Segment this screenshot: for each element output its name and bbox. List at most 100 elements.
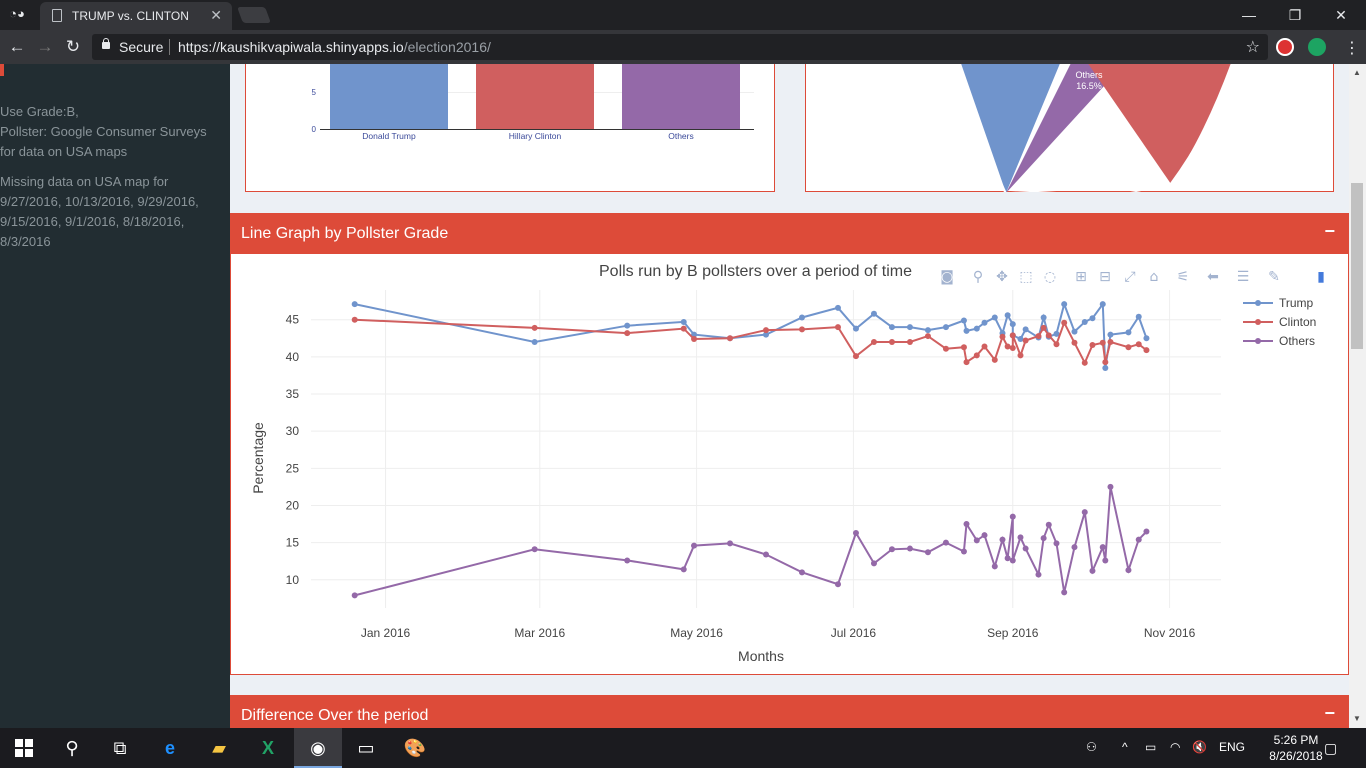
data-point-trump[interactable] <box>531 339 538 346</box>
data-point-clinton[interactable] <box>1081 359 1088 366</box>
extension-icon-1[interactable] <box>1276 38 1294 56</box>
scrollbar-thumb[interactable] <box>1351 183 1363 349</box>
data-point-others[interactable] <box>1061 589 1068 596</box>
reload-button[interactable]: ↻ <box>62 37 84 57</box>
data-point-clinton[interactable] <box>1022 337 1029 344</box>
bookmark-star-icon[interactable]: ☆ <box>1246 37 1260 57</box>
data-point-others[interactable] <box>680 566 687 573</box>
data-point-trump[interactable] <box>1081 318 1088 325</box>
data-point-trump[interactable] <box>1099 301 1106 308</box>
data-point-clinton[interactable] <box>924 333 931 340</box>
data-point-clinton[interactable] <box>1017 352 1024 359</box>
data-point-others[interactable] <box>1035 571 1042 578</box>
url-text[interactable]: https://kaushikvapiwala.shinyapps.io/ele… <box>178 39 491 55</box>
data-point-clinton[interactable] <box>1061 319 1068 326</box>
data-point-clinton[interactable] <box>906 339 913 346</box>
file-explorer-icon[interactable]: ▰ <box>195 728 243 768</box>
data-point-clinton[interactable] <box>763 327 769 334</box>
data-point-trump[interactable] <box>1135 313 1142 320</box>
data-point-clinton[interactable] <box>1125 344 1132 351</box>
data-point-clinton[interactable] <box>1099 339 1106 346</box>
data-point-trump[interactable] <box>973 325 980 332</box>
restore-button[interactable]: ❐ <box>1272 4 1318 26</box>
data-point-clinton[interactable] <box>999 333 1006 340</box>
data-point-others[interactable] <box>1004 555 1011 562</box>
clock[interactable]: 5:26 PM 8/26/2018 <box>1266 732 1326 764</box>
data-point-others[interactable] <box>763 551 769 558</box>
data-point-others[interactable] <box>1125 567 1132 574</box>
data-point-others[interactable] <box>834 581 841 588</box>
back-button[interactable]: ← <box>6 37 28 57</box>
data-point-trump[interactable] <box>351 301 358 308</box>
hover-compare-icon[interactable]: ☰ <box>1237 269 1250 285</box>
data-point-others[interactable] <box>942 539 949 546</box>
data-point-clinton[interactable] <box>1143 347 1150 354</box>
data-point-clinton[interactable] <box>834 324 841 331</box>
data-point-others[interactable] <box>1099 544 1106 551</box>
data-point-clinton[interactable] <box>1009 344 1016 351</box>
data-point-clinton[interactable] <box>870 339 877 346</box>
data-point-others[interactable] <box>351 592 358 599</box>
data-point-trump[interactable] <box>942 324 949 331</box>
data-point-others[interactable] <box>1017 534 1024 541</box>
data-point-clinton[interactable] <box>351 316 358 323</box>
data-point-clinton[interactable] <box>1045 332 1052 339</box>
data-point-others[interactable] <box>852 529 859 536</box>
data-point-trump[interactable] <box>981 319 988 326</box>
data-point-others[interactable] <box>798 569 805 576</box>
box-select-icon[interactable]: ⬚ <box>1019 269 1032 285</box>
data-point-others[interactable] <box>999 536 1006 543</box>
people-icon[interactable]: ⚇ <box>1086 740 1097 754</box>
pan-icon[interactable]: ✥ <box>996 269 1008 285</box>
close-window-button[interactable]: ✕ <box>1318 4 1364 26</box>
show-hidden-icons[interactable]: ^ <box>1122 740 1128 754</box>
data-point-others[interactable] <box>981 532 988 539</box>
notifications-icon[interactable]: ▢ <box>1324 740 1337 757</box>
camera-icon[interactable]: ◙ <box>940 269 954 285</box>
data-point-others[interactable] <box>973 537 980 544</box>
wifi-icon[interactable]: ◠ <box>1170 740 1180 754</box>
data-point-trump[interactable] <box>1102 365 1109 372</box>
data-point-trump[interactable] <box>924 327 931 334</box>
edge-icon[interactable]: e <box>146 728 194 768</box>
data-point-clinton[interactable] <box>1040 324 1047 331</box>
collapse-difference-button[interactable]: − <box>1324 703 1335 724</box>
data-point-clinton[interactable] <box>1053 341 1060 348</box>
data-point-others[interactable] <box>963 521 970 528</box>
data-point-others[interactable] <box>924 549 931 556</box>
minimize-button[interactable]: — <box>1226 4 1272 26</box>
data-point-clinton[interactable] <box>1089 341 1096 348</box>
data-point-trump[interactable] <box>1143 335 1150 342</box>
autoscale-icon[interactable]: ⤢ <box>1124 269 1135 285</box>
data-point-clinton[interactable] <box>991 356 998 363</box>
data-point-others[interactable] <box>1045 521 1052 528</box>
data-point-others[interactable] <box>1143 528 1150 535</box>
start-button[interactable] <box>0 728 48 768</box>
data-point-others[interactable] <box>870 560 877 567</box>
data-point-trump[interactable] <box>834 304 841 311</box>
chrome-menu-icon[interactable]: ⋮ <box>1344 38 1360 58</box>
data-point-others[interactable] <box>1022 545 1029 552</box>
data-point-trump[interactable] <box>1089 315 1096 322</box>
data-point-trump[interactable] <box>1061 301 1068 308</box>
zoom-icon[interactable]: ⚲ <box>973 269 983 285</box>
data-point-trump[interactable] <box>888 324 895 331</box>
data-point-others[interactable] <box>960 548 967 555</box>
forward-button[interactable]: → <box>34 37 56 57</box>
data-point-clinton[interactable] <box>1009 332 1016 339</box>
close-tab-icon[interactable]: ✕ <box>210 7 222 24</box>
data-point-clinton[interactable] <box>1004 343 1011 350</box>
data-point-trump[interactable] <box>1004 312 1011 319</box>
data-point-clinton[interactable] <box>963 359 970 366</box>
data-point-trump[interactable] <box>680 318 687 325</box>
legend-item-clinton[interactable]: Clinton <box>1279 315 1316 329</box>
data-point-clinton[interactable] <box>531 324 538 331</box>
data-point-trump[interactable] <box>1125 329 1132 336</box>
hover-closest-icon[interactable]: ⬅ <box>1207 269 1219 285</box>
data-point-others[interactable] <box>1135 536 1142 543</box>
data-point-trump[interactable] <box>1017 336 1024 343</box>
data-point-others[interactable] <box>1089 567 1096 574</box>
lasso-icon[interactable]: ◌ <box>1044 269 1056 285</box>
data-point-others[interactable] <box>531 546 538 553</box>
data-point-clinton[interactable] <box>1107 339 1114 346</box>
